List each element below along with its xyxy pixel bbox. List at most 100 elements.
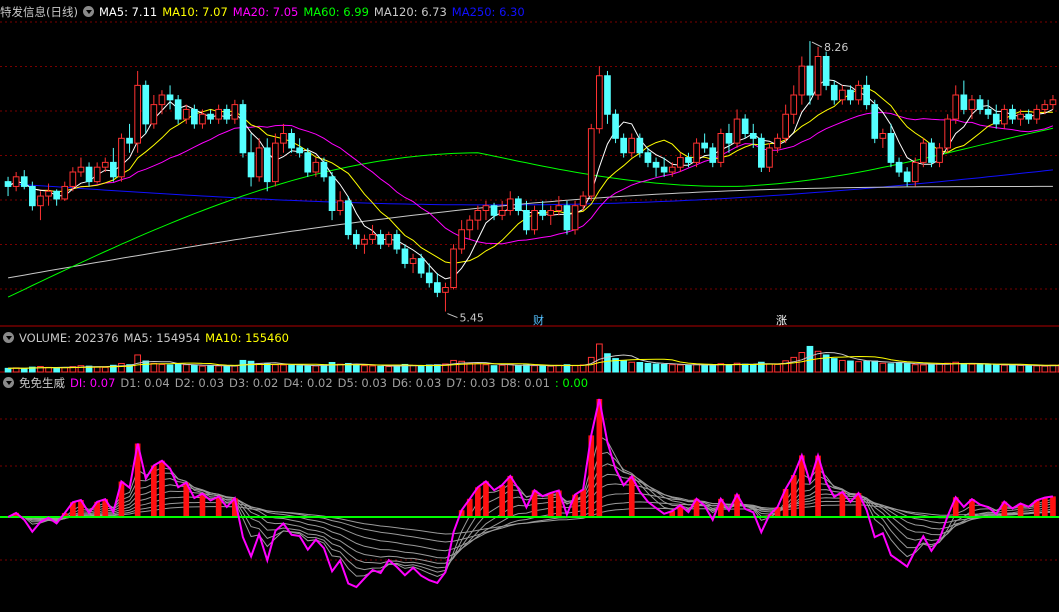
ma5-line — [7, 79, 1054, 280]
volume-bar — [450, 359, 457, 373]
volume-bar — [158, 363, 166, 373]
oscillator-bar — [596, 399, 603, 517]
candle-down — [53, 190, 60, 200]
candle-down — [903, 171, 911, 183]
volume-bar — [936, 363, 943, 373]
candle-down — [701, 142, 708, 149]
volume-bar — [1009, 364, 1016, 373]
volume-bar — [539, 365, 546, 373]
volume-bar — [660, 363, 668, 373]
volume-bar — [685, 364, 692, 373]
candle-down — [401, 248, 409, 264]
volume-bar — [992, 364, 1000, 373]
candle-up — [733, 118, 741, 144]
volume-bars — [4, 343, 1059, 373]
candle-up — [579, 195, 587, 207]
oscillator-d1-line — [7, 435, 1054, 578]
volume-bar — [174, 363, 182, 373]
volume-bar — [1025, 365, 1032, 373]
volume-bar — [409, 364, 417, 373]
candle-up — [879, 133, 887, 139]
candle-down — [895, 161, 903, 173]
volume-bar — [369, 365, 376, 373]
candle-up — [944, 118, 951, 149]
candle-down — [1025, 113, 1032, 120]
volume-bar — [247, 360, 255, 373]
candle-down — [539, 210, 546, 216]
volume-bar — [4, 367, 12, 373]
volume-bar — [263, 363, 271, 373]
candle-up — [37, 195, 44, 207]
volume-bar — [336, 363, 344, 373]
candle-down — [223, 108, 231, 120]
volume-bar — [101, 366, 109, 373]
candle-down — [928, 142, 935, 163]
candle-down — [247, 152, 255, 178]
volume-bar — [790, 356, 798, 373]
volume-bar — [531, 365, 538, 373]
volume-bar — [393, 365, 401, 373]
volume-bar — [482, 364, 490, 373]
candle-up — [920, 142, 927, 163]
volume-bar — [960, 362, 968, 373]
candle-down — [166, 94, 174, 101]
candle-down — [806, 65, 814, 96]
candle-up — [458, 229, 465, 250]
volume-bar — [304, 365, 312, 373]
volume-bar — [855, 361, 862, 373]
volume-bar — [596, 343, 603, 373]
volume-bar — [830, 358, 838, 373]
oscillator-bar — [580, 489, 586, 517]
candle-down — [960, 94, 968, 110]
candle-up — [280, 133, 287, 144]
candle-up — [369, 234, 376, 240]
candle-down — [984, 108, 992, 115]
marker-cai: 财 — [533, 313, 544, 327]
volume-bar — [839, 359, 846, 373]
candle-down — [110, 161, 117, 178]
candle-down — [20, 176, 28, 187]
volume-bar — [725, 364, 733, 373]
volume-bar — [417, 365, 425, 373]
candle-up — [911, 161, 919, 183]
volume-bar — [1017, 364, 1024, 373]
volume-bar — [677, 364, 684, 373]
volume-bar — [620, 360, 627, 373]
volume-bar — [968, 363, 976, 373]
candle-down — [142, 84, 150, 125]
volume-bar — [166, 364, 174, 373]
candle-up — [474, 210, 482, 221]
candle-up — [814, 56, 822, 96]
volume-bar — [182, 364, 190, 373]
volume-bar — [887, 363, 895, 373]
volume-bar — [506, 363, 514, 373]
volume-bar — [749, 364, 757, 373]
volume-bar — [652, 363, 660, 373]
oscillator-bar — [790, 475, 797, 517]
candle-down — [612, 113, 619, 139]
stock-chart[interactable]: 8.26 5.45 财 涨 — [0, 0, 1059, 612]
volume-bar — [668, 364, 676, 373]
volume-bar — [579, 364, 587, 373]
candle-down — [85, 166, 93, 183]
candle-down — [344, 200, 352, 236]
candle-down — [425, 272, 433, 284]
volume-bar — [93, 366, 101, 373]
candle-down — [417, 258, 425, 274]
volume-bar — [199, 365, 206, 373]
oscillator-bar — [628, 476, 635, 517]
candle-down — [652, 161, 660, 168]
volume-bar — [223, 365, 231, 373]
candle-up — [231, 104, 239, 120]
volume-bar — [847, 360, 854, 373]
candle-down — [871, 104, 879, 139]
candle-down — [353, 234, 360, 245]
candle-up — [531, 210, 538, 231]
candle-down — [863, 84, 870, 106]
candle-down — [296, 147, 303, 154]
candle-up — [1001, 108, 1008, 125]
volume-bar — [693, 363, 700, 373]
candle-up — [466, 219, 474, 231]
candle-up — [506, 198, 514, 211]
oscillator-bar — [499, 485, 505, 517]
